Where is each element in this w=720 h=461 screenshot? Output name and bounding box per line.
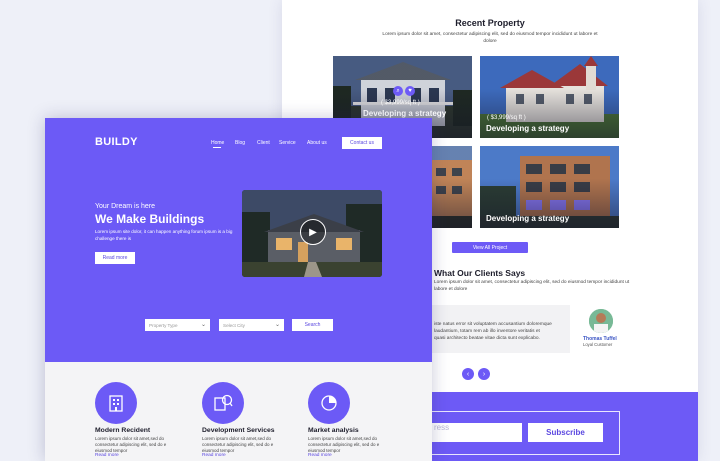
property-card[interactable]: ( $3,999/sq ft ) Developing a strategy [480, 56, 619, 138]
property-price: ( $3,999/sq ft ) [487, 115, 526, 121]
property-type-label: Property Type [149, 322, 178, 328]
play-icon[interactable]: ▶ [300, 219, 326, 245]
development-icon [202, 382, 244, 424]
email-field[interactable]: ress [430, 423, 522, 442]
property-card[interactable] [432, 146, 472, 228]
recent-property-subtitle: Lorem ipsum dolor sit amet, consectetur … [382, 32, 598, 44]
clients-section-subtitle: Lorem ipsum dolor sit amet, consectetur … [434, 280, 630, 292]
clients-section-title: What Our Clients Says [434, 268, 526, 278]
feature-description: Lorem ipsum dolor sit amet,sed do consec… [202, 436, 274, 454]
hero-section: BUILDY Home Blog Client Service About us… [45, 118, 432, 362]
contact-us-button[interactable]: Contact us [342, 137, 382, 149]
feature-title: Modern Recident [95, 427, 151, 434]
property-type-select[interactable]: Property Type ⌄ [145, 319, 210, 331]
avatar [589, 309, 613, 333]
feature-title: Development Services [202, 427, 275, 434]
property-price: ( $3,999/sq ft ) [381, 100, 420, 106]
feature-read-more-link[interactable]: Read more [308, 453, 332, 458]
pie-chart-icon [308, 382, 350, 424]
client-role: Loyal Customer [583, 342, 613, 347]
nav-item-about[interactable]: About us [307, 140, 327, 146]
property-card[interactable]: Developing a strategy [480, 146, 619, 228]
feature-read-more-link[interactable]: Read more [95, 453, 119, 458]
property-title: Developing a strategy [486, 124, 570, 133]
building-icon [95, 382, 137, 424]
subscribe-button[interactable]: Subscribe [528, 423, 603, 442]
testimonial-text: iste natus error sit voluptatem accusant… [434, 322, 552, 341]
city-label: Select City [223, 322, 245, 328]
feature-description: Lorem ipsum dolor sit amet,sed do consec… [95, 436, 167, 454]
feature-read-more-link[interactable]: Read more [202, 453, 226, 458]
read-more-button[interactable]: Read more [95, 252, 135, 264]
nav-active-indicator [213, 147, 221, 148]
nav-item-home[interactable]: Home [211, 140, 224, 146]
nav-item-client[interactable]: Client [257, 140, 270, 146]
property-title: Developing a strategy [363, 109, 447, 118]
heart-icon[interactable]: ♥ [405, 86, 415, 96]
nav-item-blog[interactable]: Blog [235, 140, 245, 146]
brand-logo[interactable]: BUILDY [95, 136, 138, 148]
recent-property-title: Recent Property [455, 18, 525, 28]
chevron-down-icon: ⌄ [274, 322, 280, 328]
front-page-mockup: BUILDY Home Blog Client Service About us… [45, 118, 432, 461]
chevron-down-icon: ⌄ [200, 322, 206, 328]
city-select[interactable]: Select City ⌄ [219, 319, 284, 331]
search-button[interactable]: Search [292, 319, 333, 331]
client-photo [589, 309, 613, 333]
search-icon[interactable]: ⌕ [393, 86, 403, 96]
feature-title: Market analysis [308, 427, 359, 434]
property-title: Developing a strategy [486, 214, 570, 223]
hero-headline: We Make Buildings [95, 212, 205, 226]
nav-item-service[interactable]: Service [279, 140, 296, 146]
prev-arrow-icon[interactable]: ‹ [462, 368, 474, 380]
next-arrow-icon[interactable]: › [478, 368, 490, 380]
hero-kicker: Your Dream is here [95, 203, 156, 210]
view-all-project-button[interactable]: View All Project [452, 242, 528, 253]
hero-description: Lorem ipsum site dolor, it can happen an… [95, 229, 233, 241]
feature-description: Lorem ipsum dolor sit amet,sed do consec… [308, 436, 380, 454]
